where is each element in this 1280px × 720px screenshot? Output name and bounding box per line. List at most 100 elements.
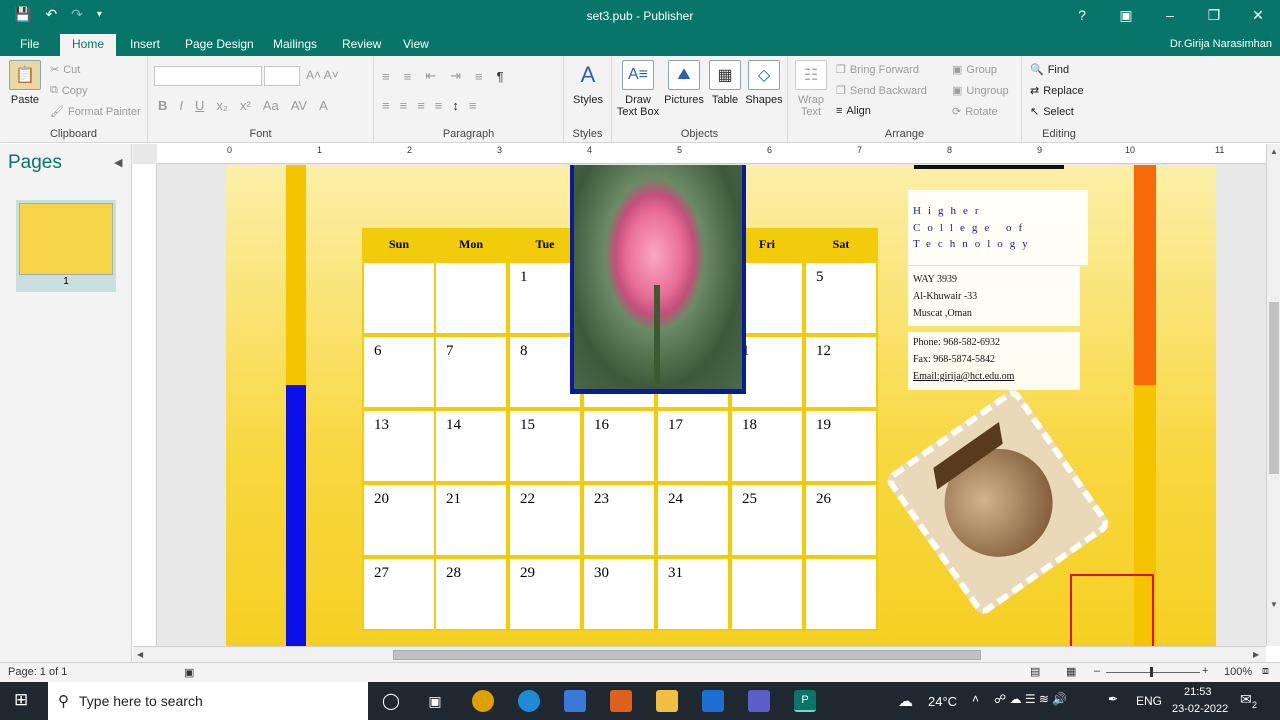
superscript-button[interactable]: x² xyxy=(240,98,251,113)
calendar-cell[interactable]: 23 xyxy=(584,485,654,555)
calendar-cell[interactable]: 21 xyxy=(436,485,506,555)
font-size-dropdown[interactable] xyxy=(264,66,300,86)
single-page-view-icon[interactable]: ▤ xyxy=(1030,665,1040,678)
minimize-button[interactable]: – xyxy=(1148,0,1192,32)
two-page-view-icon[interactable]: ▦ xyxy=(1066,665,1076,678)
find-button[interactable]: 🔍 Find xyxy=(1030,63,1069,77)
weather-icon[interactable]: ☁ xyxy=(898,692,913,710)
horizontal-scroll-thumb[interactable] xyxy=(393,650,981,660)
media-player-icon[interactable] xyxy=(610,690,632,712)
italic-button[interactable]: I xyxy=(179,98,183,113)
zoom-slider-thumb[interactable] xyxy=(1150,667,1153,677)
pen-icon[interactable]: ✒ xyxy=(1108,692,1118,706)
calendar-cell[interactable]: 18 xyxy=(732,411,802,481)
styles-button[interactable]: A Styles xyxy=(570,60,606,106)
vertical-scrollbar[interactable]: ▲ ▼ xyxy=(1266,144,1280,646)
scroll-right-icon[interactable]: ▶ xyxy=(1253,650,1259,659)
calendar-cell[interactable]: 25 xyxy=(732,485,802,555)
show-hidden-icons-icon[interactable]: ˄ xyxy=(972,692,979,706)
orange-bar-right[interactable] xyxy=(1134,165,1156,385)
format-painter-button[interactable]: 🖌 Format Painter xyxy=(50,105,141,119)
weather-temp[interactable]: 24°C xyxy=(928,694,957,709)
calendar-cell[interactable]: 17 xyxy=(658,411,728,481)
vertical-scroll-thumb[interactable] xyxy=(1269,302,1279,474)
ribbon-display-icon[interactable]: ▣ xyxy=(1104,0,1148,32)
tab-page-design[interactable]: Page Design xyxy=(185,37,254,51)
select-button[interactable]: ↖ Select xyxy=(1030,105,1074,119)
red-rectangle-shape[interactable] xyxy=(1070,574,1154,646)
pilcrow-icon[interactable]: ¶ xyxy=(497,69,504,84)
replace-button[interactable]: ⇄ Replace xyxy=(1030,84,1084,98)
address-textbox[interactable]: WAY 3939 Al-Khuwair -33 Muscat ,Oman xyxy=(908,266,1080,326)
scroll-left-icon[interactable]: ◀ xyxy=(137,650,143,659)
zoom-slider[interactable] xyxy=(1106,672,1200,673)
calendar-cell[interactable]: 19 xyxy=(806,411,876,481)
notifications-icon[interactable]: ✉ xyxy=(1240,691,1252,708)
table-button[interactable]: ▦ Table xyxy=(708,60,742,106)
wrap-text-button[interactable]: ☷ Wrap Text xyxy=(794,60,828,118)
chrome-icon[interactable] xyxy=(472,690,494,712)
cut-button[interactable]: ✂ Cut xyxy=(50,63,80,77)
calendar-cell[interactable] xyxy=(806,559,876,629)
maximize-button[interactable]: ❐ xyxy=(1192,0,1236,32)
college-name-textbox[interactable]: Higher College of Technology xyxy=(908,190,1088,265)
calendar-cell[interactable]: 20 xyxy=(364,485,434,555)
user-name[interactable]: Dr.Girija Narasimhan xyxy=(1170,38,1272,50)
bold-button[interactable]: B xyxy=(158,98,167,113)
underline-button[interactable]: U xyxy=(195,98,204,113)
blue-bar-left[interactable] xyxy=(286,385,306,646)
calendar-cell[interactable]: 14 xyxy=(436,411,506,481)
windows-start-icon[interactable]: ⊞ xyxy=(14,690,28,710)
increase-indent-icon[interactable]: ⇥ xyxy=(450,68,461,84)
paste-button[interactable]: 📋 Paste xyxy=(6,60,44,106)
align-center-icon[interactable]: ≡ xyxy=(400,98,408,113)
taskbar-search-box[interactable]: ⚲ Type here to search xyxy=(48,682,368,720)
tab-view[interactable]: View xyxy=(403,37,429,51)
zoom-out-icon[interactable]: – xyxy=(1094,665,1100,677)
calendar-cell[interactable]: 22 xyxy=(510,485,580,555)
calendar-cell[interactable]: 29 xyxy=(510,559,580,629)
yellow-bar-left[interactable] xyxy=(286,165,306,385)
align-left-icon[interactable]: ≡ xyxy=(382,98,390,113)
calendar-cell[interactable] xyxy=(364,263,434,333)
line-spacing-icon[interactable]: ↕ xyxy=(452,98,459,113)
calendar-cell[interactable]: 15 xyxy=(510,411,580,481)
page-thumbnail[interactable]: 1 xyxy=(16,200,116,292)
publisher-taskbar-icon[interactable]: P xyxy=(794,690,816,712)
align-button[interactable]: ≡ Align xyxy=(836,105,871,117)
scroll-down-icon[interactable]: ▼ xyxy=(1270,600,1278,609)
calendar-cell[interactable]: 7 xyxy=(436,337,506,407)
calendar-cell[interactable]: 5 xyxy=(806,263,876,333)
close-button[interactable]: ✕ xyxy=(1236,0,1280,32)
group-button[interactable]: ▣ Group xyxy=(952,63,997,77)
store-icon[interactable] xyxy=(564,690,586,712)
calendar-cell[interactable]: 26 xyxy=(806,485,876,555)
copy-button[interactable]: ⧉ Copy xyxy=(50,84,88,97)
help-button[interactable]: ? xyxy=(1060,0,1104,32)
file-explorer-icon[interactable] xyxy=(656,690,678,712)
columns-icon[interactable]: ≡ xyxy=(475,69,483,84)
paragraph-spacing-icon[interactable]: ≡ xyxy=(469,98,477,113)
bring-forward-button[interactable]: ❐ Bring Forward xyxy=(836,63,919,77)
ungroup-button[interactable]: ▣ Ungroup xyxy=(952,84,1009,98)
calendar-cell[interactable]: 12 xyxy=(806,337,876,407)
bullets-icon[interactable]: ≡ xyxy=(382,69,390,84)
mail-icon[interactable] xyxy=(702,690,724,712)
page-indicator[interactable]: Page: 1 of 1 xyxy=(8,666,67,678)
grow-font-icon[interactable]: A˄ A˅ xyxy=(306,68,339,82)
tab-mailings[interactable]: Mailings xyxy=(273,37,317,51)
draw-text-box-button[interactable]: A≡ Draw Text Box xyxy=(616,60,660,118)
collapse-pane-icon[interactable]: ◀ xyxy=(114,156,122,169)
horizontal-scrollbar[interactable]: ◀ ▶ xyxy=(133,646,1266,662)
tab-insert[interactable]: Insert xyxy=(130,37,160,51)
black-line-shape[interactable] xyxy=(914,165,1064,169)
align-right-icon[interactable]: ≡ xyxy=(417,98,425,113)
numbering-icon[interactable]: ≡ xyxy=(404,69,412,84)
teams-icon[interactable] xyxy=(748,690,770,712)
font-color-button[interactable]: A xyxy=(319,98,328,113)
zoom-in-icon[interactable]: + xyxy=(1202,665,1208,677)
calendar-cell[interactable]: 16 xyxy=(584,411,654,481)
language-indicator[interactable]: ENG xyxy=(1136,694,1162,708)
scroll-up-icon[interactable]: ▲ xyxy=(1270,147,1278,156)
calendar-cell[interactable] xyxy=(732,559,802,629)
